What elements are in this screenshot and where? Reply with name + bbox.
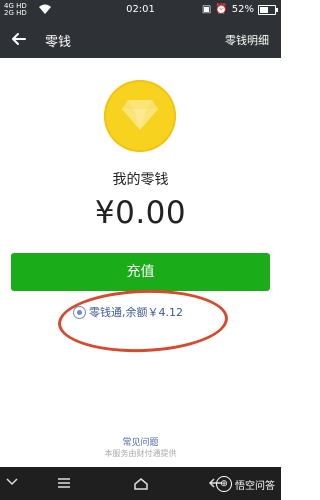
coin-diamond-icon [104, 80, 176, 152]
hand-drawn-circle-annotation [56, 287, 230, 355]
wallet-content: 我的零钱 ¥0.00 充值 零钱通,余额￥4.12 常见问题 本服务由财付通提供 [0, 58, 281, 467]
battery-percent: 52% [231, 4, 254, 15]
system-nav-bar: ⊕ 悟空问答 [0, 467, 281, 500]
faq-link[interactable]: 常见问题 [0, 435, 281, 448]
lingqiantong-icon [73, 305, 86, 319]
back-arrow-icon[interactable] [9, 29, 29, 49]
menu-icon[interactable] [57, 477, 71, 489]
alarm-icon: ⏰ [215, 4, 228, 15]
wallet-balance: ¥0.00 [94, 195, 187, 231]
lingqiantong-text: 零钱通,余额￥4.12 [89, 306, 183, 319]
status-bar: 4G HD 2G HD 02:01 ▣ ⏰ 52% [0, 0, 281, 21]
status-right: ▣ ⏰ 52% [201, 4, 278, 15]
chevron-down-icon[interactable] [5, 477, 19, 487]
recharge-button[interactable]: 充值 [11, 253, 270, 291]
change-details-link[interactable]: 零钱明细 [225, 32, 269, 48]
home-icon[interactable] [133, 477, 149, 490]
battery-icon [258, 4, 278, 15]
watermark-logo-icon: ⊕ [216, 476, 232, 492]
watermark: ⊕ 悟空问答 [216, 476, 275, 492]
page-title: 零钱 [45, 35, 72, 50]
provider-note: 本服务由财付通提供 [104, 449, 177, 458]
lingqiantong-link[interactable]: 零钱通,余额￥4.12 [73, 303, 183, 321]
wallet-label: 我的零钱 [112, 172, 169, 188]
title-bar: 零钱 零钱明细 [0, 21, 281, 58]
screenshot-icon: ▣ [201, 4, 212, 15]
watermark-text: 悟空问答 [235, 480, 275, 492]
